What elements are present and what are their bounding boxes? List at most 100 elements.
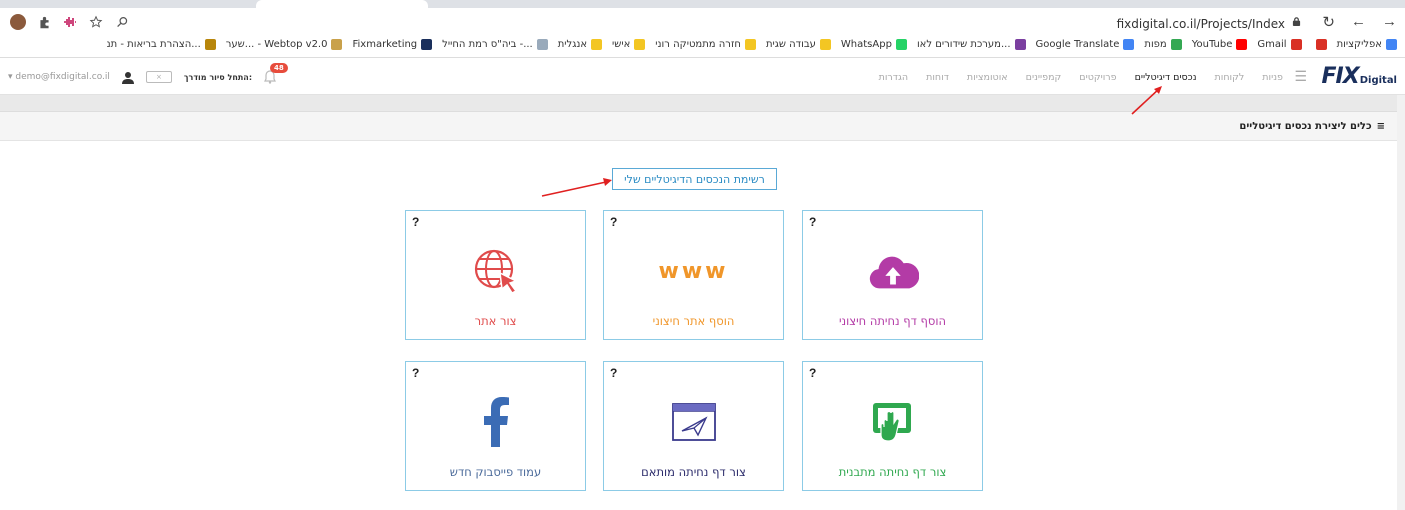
guided-tour-label: התחל סיור מודרך:	[183, 72, 253, 82]
nav-item[interactable]: אוטומציות	[967, 72, 1008, 83]
folder-icon	[591, 39, 603, 50]
card-add-external-site[interactable]: ? www הוסף אתר חיצוני	[603, 210, 784, 340]
audio-wave-extension-icon[interactable]	[62, 14, 78, 30]
user-icon[interactable]	[121, 71, 134, 84]
reload-icon[interactable]: ↻	[1322, 13, 1335, 31]
bookmark-label: חזרה מתמטיקה רוני	[655, 39, 741, 50]
guided-tour-toggle[interactable]: ×	[145, 71, 172, 83]
card-label: הוסף אתר חיצוני	[652, 314, 735, 328]
www-icon-text: www	[658, 258, 729, 284]
panel-title-wrap: ≡ כלים ליצירת נכסים דיגיטליים	[1239, 121, 1385, 132]
zoom-search-icon[interactable]	[114, 14, 130, 30]
user-email-dropdown[interactable]: ▾ demo@fixdigital.co.il	[8, 72, 110, 82]
toggle-label: ×	[155, 73, 162, 81]
bookmark-item[interactable]: עבודה שגית	[766, 39, 831, 50]
whatsapp-icon	[895, 39, 907, 50]
app-header: FIX Digital ☰ פניות לקוחות נכסים דיגיטליים…	[0, 59, 1405, 95]
school-icon	[536, 39, 548, 50]
list-menu-icon: ≡	[1376, 121, 1385, 132]
nav-item[interactable]: פניות	[1262, 72, 1283, 83]
active-browser-tab[interactable]	[256, 0, 428, 8]
help-question-icon[interactable]: ?	[412, 215, 419, 229]
notifications-button[interactable]: 48	[264, 63, 288, 84]
youtube-icon	[1236, 39, 1248, 50]
help-question-icon[interactable]: ?	[412, 366, 419, 380]
logo-sub-text: Digital	[1359, 75, 1397, 86]
bookmark-label: מפות	[1144, 39, 1167, 50]
bookmark-label: Google Translate	[1035, 39, 1120, 50]
translate-icon	[1123, 39, 1135, 50]
card-label: צור דף נחיתה מתבנית	[838, 465, 947, 479]
bookmark-label: Gmail	[1257, 39, 1287, 50]
my-digital-assets-list-button[interactable]: רשימת הנכסים הדיגיטליים שלי	[612, 168, 777, 190]
nav-item[interactable]: לקוחות	[1215, 72, 1245, 83]
bookmarks-bar: אפליקציות Gmail YouTube מפות Google Translat…	[0, 36, 1405, 58]
card-template-landing[interactable]: ? צור דף נחיתה מתבנית	[802, 361, 983, 491]
page-scrollbar[interactable]	[1397, 95, 1405, 510]
bookmark-item[interactable]: אישי	[612, 39, 646, 50]
back-icon[interactable]: →	[1382, 13, 1397, 31]
card-create-site[interactable]: ? צור אתר	[405, 210, 586, 340]
address-bar-url[interactable]: fixdigital.co.il/Projects/Index	[1117, 17, 1285, 31]
bookmark-label: אישי	[612, 39, 631, 50]
tap-screen-icon	[867, 396, 919, 448]
bookmark-item[interactable]: WhatsApp	[841, 39, 907, 50]
nav-item[interactable]: קמפיינים	[1026, 72, 1062, 83]
bookmark-label: WhatsApp	[840, 39, 892, 50]
help-question-icon[interactable]: ?	[809, 215, 816, 229]
bookmark-item[interactable]	[1312, 39, 1327, 50]
card-add-external-landing[interactable]: ? הוסף דף נחיתה חיצוני	[802, 210, 983, 340]
bookmark-label: שער... - Webtop v2.0	[225, 39, 328, 50]
header-user-area: ▾ demo@fixdigital.co.il × התחל סיור מודר…	[8, 63, 288, 87]
card-label: צור אתר	[474, 314, 517, 328]
card-label: עמוד פייסבוק חדש	[449, 465, 542, 479]
lock-icon[interactable]	[1292, 17, 1301, 26]
panel-header: ≡ כלים ליצירת נכסים דיגיטליים	[0, 111, 1397, 141]
menu-hamburger-icon[interactable]: ☰	[1294, 68, 1307, 85]
browser-toolbar: fixdigital.co.il/Projects/Index ↻ ← →	[0, 8, 1405, 36]
browser-tab-strip	[0, 0, 1405, 8]
bookmark-item[interactable]: Fixmarketing	[352, 39, 433, 50]
bookmark-star-icon[interactable]	[88, 14, 104, 30]
help-question-icon[interactable]: ?	[610, 366, 617, 380]
www-icon: www	[644, 245, 744, 297]
bookmark-label: אנגלית	[557, 39, 588, 50]
main-navigation: פניות לקוחות נכסים דיגיטליים פרויקטים קמפיינ…	[879, 72, 1283, 83]
gmail-icon	[1290, 39, 1302, 50]
nav-item[interactable]: הגדרות	[879, 72, 909, 83]
folder-icon	[744, 39, 756, 50]
nav-item[interactable]: דוחות	[926, 72, 949, 83]
help-question-icon[interactable]: ?	[610, 215, 617, 229]
folder-icon	[819, 39, 831, 50]
bookmark-item[interactable]: מפות	[1144, 39, 1182, 50]
bookmark-item[interactable]: YouTube	[1192, 39, 1248, 50]
bookmark-item[interactable]: חזרה מתמטיקה רוני	[655, 39, 756, 50]
maps-icon	[1170, 39, 1182, 50]
card-facebook-page[interactable]: ? עמוד פייסבוק חדש	[405, 361, 586, 491]
help-question-icon[interactable]: ?	[809, 366, 816, 380]
bookmark-item[interactable]: מערכת שידורים לאו...	[917, 39, 1026, 50]
bookmark-item[interactable]: אפליקציות	[1337, 39, 1397, 50]
extensions-puzzle-icon[interactable]	[36, 14, 52, 30]
folder-icon	[634, 39, 646, 50]
bookmark-label: YouTube	[1191, 39, 1233, 50]
header-spacer	[0, 95, 1405, 111]
bookmark-item[interactable]: שער... - Webtop v2.0	[226, 39, 343, 50]
bookmark-label: מערכת שידורים לאו...	[916, 39, 1011, 50]
gmail-icon	[1315, 39, 1327, 50]
fix-digital-logo[interactable]: FIX Digital	[1322, 66, 1397, 88]
bookmark-item[interactable]: אנגלית	[557, 39, 603, 50]
bookmark-item[interactable]: ביה"ס רמת החייל -...	[442, 39, 548, 50]
extensions-area	[10, 12, 130, 32]
bookmark-item[interactable]: Gmail	[1257, 39, 1302, 50]
navigation-buttons: ↻ ← →	[1322, 13, 1397, 31]
card-label: הוסף דף נחיתה חיצוני	[838, 314, 947, 328]
card-custom-landing[interactable]: ? צור דף נחיתה מותאם	[603, 361, 784, 491]
webtop-icon	[331, 39, 343, 50]
profile-avatar[interactable]	[10, 14, 26, 30]
cloud-upload-icon	[867, 245, 919, 297]
bookmark-item[interactable]: הצהרת בריאות - תנ...	[107, 39, 216, 50]
nav-item[interactable]: פרויקטים	[1079, 72, 1116, 83]
bookmark-item[interactable]: Google Translate	[1036, 39, 1135, 50]
forward-icon[interactable]: ←	[1351, 13, 1366, 31]
